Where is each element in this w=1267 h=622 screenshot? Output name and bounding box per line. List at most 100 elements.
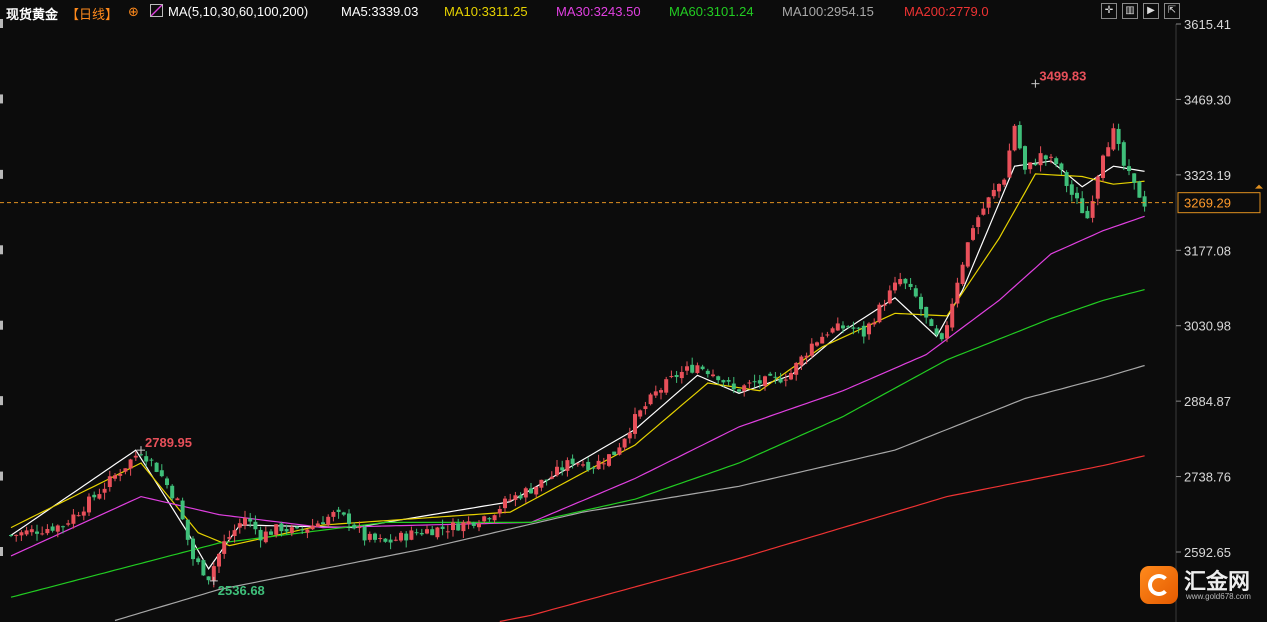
candle-body bbox=[409, 530, 414, 540]
candle-body bbox=[778, 378, 783, 383]
candle-body bbox=[742, 385, 747, 391]
y-tick-label: 2592.65 bbox=[1184, 545, 1231, 560]
candle-body bbox=[253, 521, 258, 530]
candle-body bbox=[737, 389, 741, 392]
candle-body bbox=[690, 364, 695, 373]
candle-body bbox=[175, 498, 180, 501]
candle-body bbox=[451, 522, 455, 531]
candle-body bbox=[1054, 158, 1059, 165]
candle-body bbox=[965, 242, 970, 267]
candle-body bbox=[61, 526, 65, 528]
candle-body bbox=[81, 511, 86, 516]
candle-body bbox=[139, 454, 143, 456]
candle-body bbox=[908, 283, 913, 287]
candle-body bbox=[404, 533, 409, 541]
candle-body bbox=[586, 461, 591, 470]
candle-body bbox=[482, 516, 487, 522]
candle-body bbox=[326, 516, 331, 526]
candle-body bbox=[711, 374, 715, 377]
candle-body bbox=[487, 518, 492, 520]
candle-body bbox=[544, 479, 549, 481]
candle-body bbox=[315, 523, 320, 527]
candle-body bbox=[763, 376, 767, 387]
candle-body bbox=[248, 518, 253, 522]
candle-body bbox=[113, 475, 117, 479]
candle-body bbox=[45, 528, 50, 534]
candle-body bbox=[295, 526, 299, 529]
candle-body bbox=[1059, 163, 1064, 170]
candle-body bbox=[991, 189, 996, 197]
candle-body bbox=[534, 486, 539, 495]
candle-body bbox=[170, 485, 175, 499]
candle-body bbox=[76, 515, 81, 517]
candle-body bbox=[1101, 155, 1105, 179]
left-axis-remnant bbox=[0, 471, 3, 481]
candle-body bbox=[440, 526, 445, 529]
candle-body bbox=[435, 527, 440, 538]
candle-body bbox=[1127, 166, 1131, 171]
candle-body bbox=[399, 532, 403, 541]
candle-body bbox=[659, 390, 663, 393]
candle-body bbox=[898, 279, 903, 285]
candle-body bbox=[924, 306, 929, 318]
candle-body bbox=[274, 524, 279, 535]
candle-body bbox=[903, 278, 908, 284]
annotation-low-label: 2536.68 bbox=[218, 583, 265, 598]
candle-body bbox=[627, 432, 632, 439]
candle-body bbox=[388, 539, 393, 543]
candle-body bbox=[971, 228, 975, 240]
candle-body bbox=[347, 513, 351, 524]
y-tick-label: 3177.08 bbox=[1184, 243, 1231, 258]
candle-body bbox=[310, 525, 315, 530]
candle-body bbox=[201, 560, 206, 576]
candle-body bbox=[191, 538, 195, 560]
y-tick-label: 3030.98 bbox=[1184, 319, 1231, 334]
candle-body bbox=[232, 530, 237, 537]
candle-body bbox=[570, 458, 575, 465]
candle-body bbox=[19, 532, 24, 536]
left-axis-remnant bbox=[0, 396, 3, 406]
candle-body bbox=[269, 531, 273, 535]
candle-body bbox=[945, 325, 949, 339]
candle-body bbox=[492, 515, 497, 521]
candle-body bbox=[383, 538, 388, 542]
candle-body bbox=[882, 304, 887, 306]
candle-body bbox=[430, 529, 435, 536]
candle-body bbox=[705, 370, 710, 375]
candle-body bbox=[939, 333, 944, 340]
candle-body bbox=[284, 529, 289, 532]
y-tick-label: 2738.76 bbox=[1184, 470, 1231, 485]
candle-body bbox=[1095, 176, 1100, 199]
candle-body bbox=[523, 488, 528, 498]
candle-body bbox=[643, 406, 648, 410]
candle-body bbox=[222, 541, 227, 554]
candle-body bbox=[856, 327, 861, 329]
candlestick-chart[interactable]: 3615.41 3469.30 3323.19 3177.08 3030.98 2884.… bbox=[0, 0, 1267, 622]
candle-body bbox=[1080, 198, 1085, 214]
candle-body bbox=[1132, 173, 1137, 183]
left-axis-remnant bbox=[0, 245, 3, 255]
candle-body bbox=[357, 527, 362, 529]
candles bbox=[9, 121, 1147, 588]
candle-body bbox=[861, 325, 866, 337]
candle-body bbox=[846, 326, 851, 328]
candle-body bbox=[633, 414, 637, 434]
candle-body bbox=[14, 534, 19, 536]
candle-body bbox=[237, 523, 242, 528]
candle-body bbox=[1111, 128, 1116, 150]
candle-body bbox=[1121, 142, 1126, 166]
candle-body bbox=[305, 529, 310, 533]
gold678-logo[interactable]: 汇金网 www.gold678.com bbox=[1140, 562, 1258, 608]
candle-body bbox=[456, 523, 461, 531]
candle-body bbox=[471, 522, 476, 526]
candle-body bbox=[976, 217, 981, 227]
candle-body bbox=[581, 464, 585, 466]
candle-body bbox=[154, 462, 159, 472]
y-tick-label: 3469.30 bbox=[1184, 92, 1231, 107]
candle-body bbox=[55, 525, 60, 532]
candle-body bbox=[950, 303, 955, 328]
candle-body bbox=[529, 488, 533, 494]
candle-body bbox=[747, 382, 752, 384]
current-price-label: 3269.29 bbox=[1184, 196, 1231, 211]
candle-body bbox=[612, 451, 617, 456]
